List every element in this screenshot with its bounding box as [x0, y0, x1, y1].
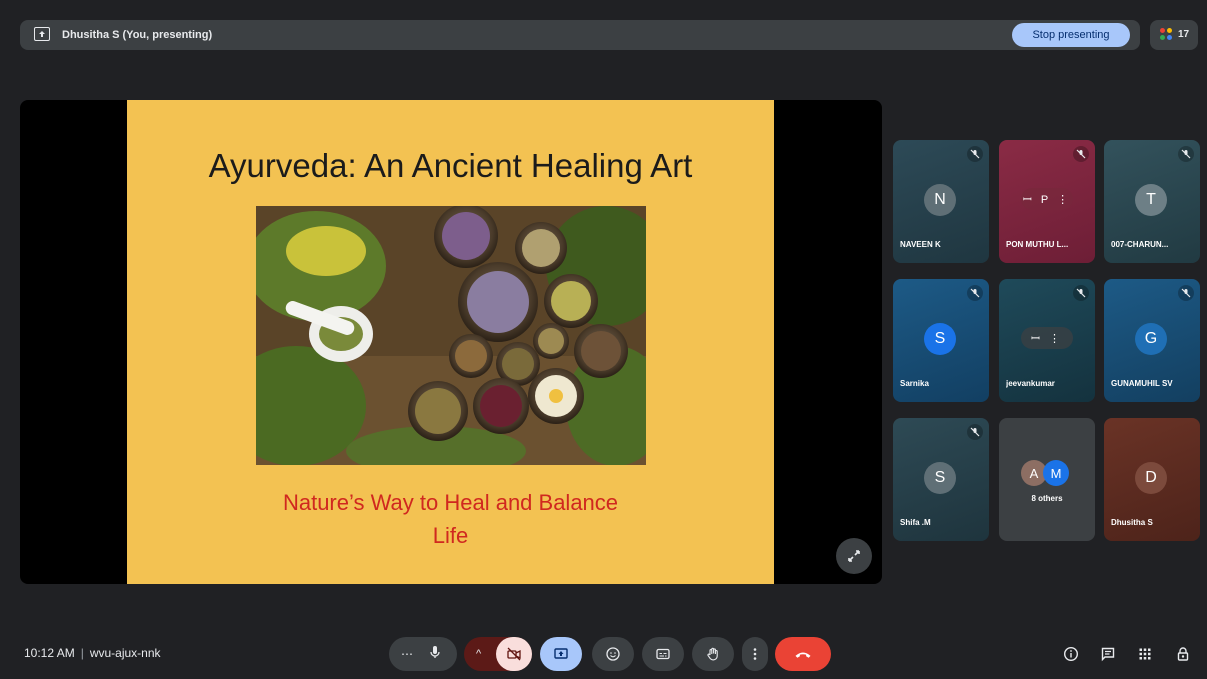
- participant-name: PON MUTHU L...: [1006, 240, 1069, 249]
- participant-tile[interactable]: ꟷ ⋮ jeevankumar: [999, 279, 1095, 402]
- meeting-info: 10:12 AM | wvu-ajux-nnk: [24, 646, 161, 660]
- mic-off-icon: [967, 146, 983, 162]
- more-audio-options-icon[interactable]: ⋯: [401, 647, 413, 661]
- present-screen-icon: [554, 648, 568, 659]
- chevron-up-icon[interactable]: ^: [476, 648, 481, 660]
- participant-name: jeevankumar: [1006, 379, 1055, 388]
- info-icon[interactable]: [1062, 645, 1080, 663]
- participant-tile[interactable]: S Shifa .M: [893, 418, 989, 541]
- participant-name: Sarnika: [900, 379, 929, 388]
- avatar: S: [924, 323, 956, 355]
- slide: Ayurveda: An Ancient Healing Art Nature’…: [127, 100, 774, 584]
- mic-off-icon: [1073, 285, 1089, 301]
- participant-name: Dhusitha S: [1111, 518, 1153, 527]
- people-icon: [1160, 28, 1174, 42]
- people-button[interactable]: 17: [1150, 20, 1198, 50]
- mic-off-icon: [967, 285, 983, 301]
- participant-name: 007-CHARUN...: [1111, 240, 1169, 249]
- chat-icon[interactable]: [1099, 645, 1117, 663]
- pin-controls[interactable]: ꟷ P ⋮: [1021, 188, 1073, 210]
- lock-person-icon[interactable]: [1174, 645, 1192, 663]
- mic-off-icon: [967, 424, 983, 440]
- apps-grid-icon[interactable]: [1136, 645, 1154, 663]
- presenter-label: Dhusitha S (You, presenting): [62, 29, 213, 41]
- expand-icon[interactable]: [836, 538, 872, 574]
- slide-subtitle-line-1: Nature’s Way to Heal and Balance: [282, 490, 619, 515]
- presenting-bar: Dhusitha S (You, presenting) Stop presen…: [20, 20, 1140, 50]
- others-avatars: A M: [1021, 460, 1073, 488]
- call-end-icon: [795, 652, 811, 658]
- present-screen-button[interactable]: [540, 637, 582, 671]
- raise-hand-button[interactable]: [692, 637, 734, 671]
- herbs-photo: [256, 206, 646, 465]
- avatar: S: [924, 462, 956, 494]
- raise-hand-icon: [707, 647, 718, 661]
- participant-tile[interactable]: D Dhusitha S: [1104, 418, 1200, 541]
- others-tile[interactable]: A M 8 others: [999, 418, 1095, 541]
- emoji-button[interactable]: [592, 637, 634, 671]
- avatar: D: [1135, 462, 1167, 494]
- participant-count: 17: [1178, 29, 1190, 40]
- mic-off-icon: [1178, 285, 1194, 301]
- slide-title: Ayurveda: An Ancient Healing Art: [208, 147, 693, 184]
- slide-subtitle: Nature’s Way to Heal and Balance Life: [187, 486, 714, 552]
- participant-tile[interactable]: G GUNAMUHIL SV: [1104, 279, 1200, 402]
- meeting-time: 10:12 AM: [24, 646, 75, 660]
- participant-name: GUNAMUHIL SV: [1111, 379, 1173, 388]
- captions-icon: [656, 648, 670, 660]
- participant-name: Shifa .M: [900, 518, 931, 527]
- stop-presenting-button[interactable]: Stop presenting: [1012, 23, 1130, 47]
- others-label: 8 others: [1031, 494, 1063, 503]
- participant-name: NAVEEN K: [900, 240, 941, 249]
- avatar: G: [1135, 323, 1167, 355]
- camera-control-group: ^: [464, 637, 532, 671]
- leave-call-button[interactable]: [775, 637, 831, 671]
- avatar: M: [1043, 460, 1069, 486]
- mic-off-icon[interactable]: [427, 644, 443, 665]
- separator: |: [80, 646, 84, 660]
- slide-subtitle-line-2: Life: [432, 523, 469, 548]
- pin-controls[interactable]: ꟷ ⋮: [1021, 327, 1073, 349]
- participant-tile[interactable]: T 007-CHARUN...: [1104, 140, 1200, 263]
- captions-button[interactable]: [642, 637, 684, 671]
- videocam-off-icon[interactable]: [496, 637, 532, 671]
- more-options-button[interactable]: [742, 637, 768, 671]
- participant-tile[interactable]: ꟷ P ⋮ PON MUTHU L...: [999, 140, 1095, 263]
- mic-off-icon: [1178, 146, 1194, 162]
- avatar: N: [924, 184, 956, 216]
- participant-tile[interactable]: S Sarnika: [893, 279, 989, 402]
- meeting-code: wvu-ajux-nnk: [89, 646, 161, 660]
- present-to-all-icon: [34, 27, 50, 41]
- participant-tile[interactable]: N NAVEEN K: [893, 140, 989, 263]
- emoji-icon: [606, 647, 620, 661]
- mic-off-icon: [1073, 146, 1089, 162]
- presentation-stage: Ayurveda: An Ancient Healing Art Nature’…: [20, 100, 882, 584]
- more-options-icon: [753, 648, 757, 660]
- avatar: T: [1135, 184, 1167, 216]
- audio-control-group: ⋯: [389, 637, 457, 671]
